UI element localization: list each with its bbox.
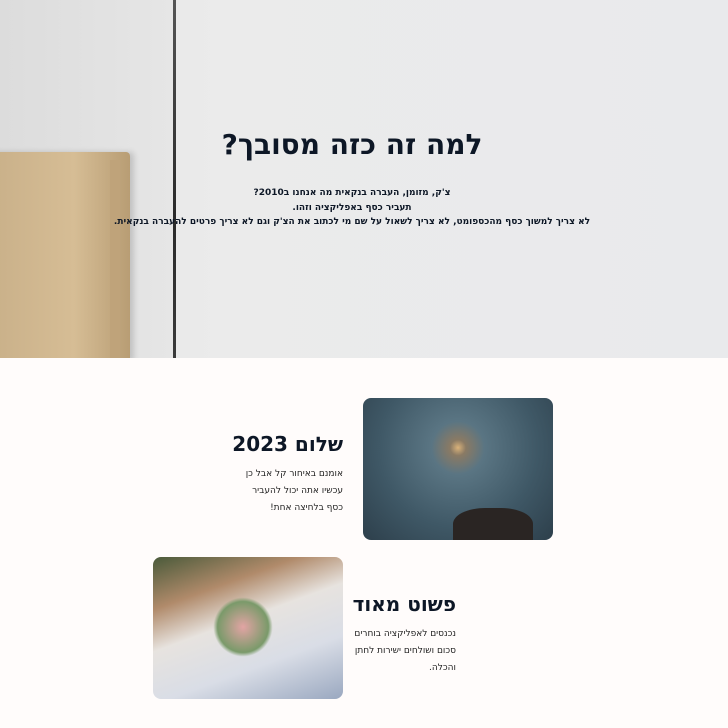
hero-line: תעביר כסף באפליקציה וזהו.: [292, 202, 412, 213]
feature-line: נכנסים לאפליקציה בוחרים: [354, 629, 456, 639]
hero-title: למה זה כזה מסובך?: [221, 128, 483, 161]
feature-text: אומנם באיחור קל אבל כן עכשיו אתה יכול לה…: [193, 466, 343, 517]
hand-shape: [453, 508, 533, 540]
feature-line: והכלה.: [429, 663, 456, 673]
feature-text: נכנסים לאפליקציה בוחרים סכום ושולחים ישי…: [306, 626, 456, 677]
feature-line: אומנם באיחור קל אבל כן: [245, 469, 343, 479]
feature-line: כסף בלחיצה אחת!: [270, 503, 343, 513]
background-crack: [173, 0, 176, 358]
hero-text: צ'ק, מזומן, העברה בנקאית מה אנחנו ב2010?…: [0, 186, 704, 230]
sparkler-image: [363, 398, 553, 540]
hero-line: צ'ק, מזומן, העברה בנקאית מה אנחנו ב2010?: [253, 188, 451, 198]
flowers-shape: [213, 597, 273, 657]
feature-title: שלום 2023: [232, 432, 343, 456]
feature-simple: פשוט מאוד נכנסים לאפליקציה בוחרים סכום ו…: [306, 592, 456, 677]
feature-2023: שלום 2023 אומנם באיחור קל אבל כן עכשיו א…: [193, 432, 343, 517]
feature-line: סכום ושולחים ישירות לחתן: [354, 646, 456, 656]
hero-line: לא צריך למשוך כסף מהכספומט, לא צריך לשאו…: [113, 217, 591, 227]
feature-title: פשוט מאוד: [352, 592, 456, 616]
feature-line: עכשיו אתה יכול להעביר: [252, 486, 343, 496]
hero-section: למה זה כזה מסובך? צ'ק, מזומן, העברה בנקא…: [0, 0, 728, 358]
